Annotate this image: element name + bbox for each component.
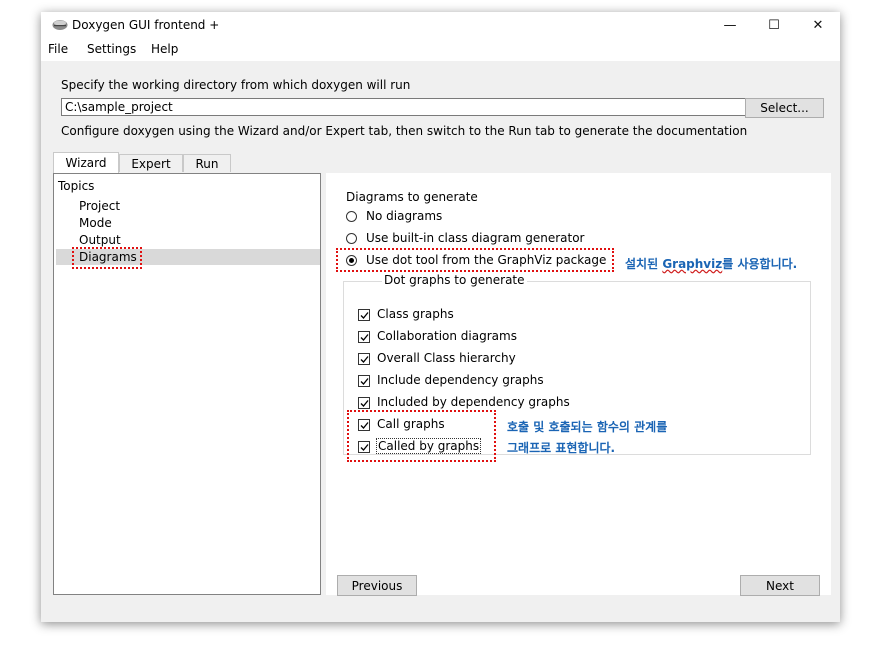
title-bar: Doxygen GUI frontend + — ☐ ✕ xyxy=(41,12,840,39)
graphviz-annotation-prefix: 설치된 xyxy=(625,257,663,271)
checkmark-icon xyxy=(360,356,369,363)
maximize-button[interactable]: ☐ xyxy=(752,12,796,39)
topic-mode[interactable]: Mode xyxy=(79,216,112,230)
minimize-icon: — xyxy=(723,18,737,33)
menu-help[interactable]: Help xyxy=(151,42,178,56)
label-include-dependency-graphs[interactable]: Include dependency graphs xyxy=(377,373,544,387)
checkmark-icon xyxy=(360,312,369,319)
maximize-icon: ☐ xyxy=(768,18,780,33)
label-collaboration-diagrams[interactable]: Collaboration diagrams xyxy=(377,329,517,343)
label-included-by-dependency-graphs[interactable]: Included by dependency graphs xyxy=(377,395,570,409)
tab-expert[interactable]: Expert xyxy=(119,154,183,172)
checkmark-icon xyxy=(360,400,369,407)
menu-settings[interactable]: Settings xyxy=(87,42,136,56)
doxygen-app-icon xyxy=(52,20,68,30)
call-graph-annotation-line1: 호출 및 호출되는 함수의 관계를 xyxy=(507,420,668,434)
window-title: Doxygen GUI frontend + xyxy=(72,18,220,32)
diagrams-settings-panel: Diagrams to generate No diagrams Use bui… xyxy=(326,173,831,596)
close-button[interactable]: ✕ xyxy=(796,12,840,39)
tab-wizard[interactable]: Wizard xyxy=(53,152,119,173)
previous-button[interactable]: Previous xyxy=(337,575,417,596)
check-overall-class-hierarchy[interactable] xyxy=(358,353,370,365)
label-class-graphs[interactable]: Class graphs xyxy=(377,307,454,321)
diagrams-heading: Diagrams to generate xyxy=(346,190,478,204)
workdir-prompt: Specify the working directory from which… xyxy=(61,78,411,92)
check-include-dependency-graphs[interactable] xyxy=(358,375,370,387)
topic-output[interactable]: Output xyxy=(79,233,121,247)
label-no-diagrams[interactable]: No diagrams xyxy=(366,209,442,223)
check-included-by-dependency-graphs[interactable] xyxy=(358,397,370,409)
checkmark-icon xyxy=(360,334,369,341)
menu-bar: File Settings Help xyxy=(41,39,840,61)
label-overall-class-hierarchy[interactable]: Overall Class hierarchy xyxy=(377,351,516,365)
topics-tree: Topics Project Mode Output Diagrams xyxy=(53,173,321,595)
checkmark-icon xyxy=(360,378,369,385)
graphviz-annotation-word: Graphviz xyxy=(662,257,723,271)
dot-graphs-group-title: Dot graphs to generate xyxy=(382,273,527,287)
check-class-graphs[interactable] xyxy=(358,309,370,321)
radio-builtin-generator[interactable] xyxy=(346,233,357,244)
select-directory-button[interactable]: Select... xyxy=(745,98,824,118)
check-collaboration-diagrams[interactable] xyxy=(358,331,370,343)
configure-hint: Configure doxygen using the Wizard and/o… xyxy=(61,124,748,138)
label-builtin-generator[interactable]: Use built-in class diagram generator xyxy=(366,231,584,245)
graphviz-highlight-box xyxy=(336,248,614,272)
minimize-button[interactable]: — xyxy=(708,12,752,39)
call-graphs-highlight-box xyxy=(347,410,496,462)
doxygen-window: Doxygen GUI frontend + — ☐ ✕ File Settin… xyxy=(41,12,840,622)
radio-no-diagrams[interactable] xyxy=(346,211,357,222)
topics-header: Topics xyxy=(58,179,95,193)
workdir-input[interactable]: C:\sample_project xyxy=(61,98,746,116)
menu-file[interactable]: File xyxy=(48,42,68,56)
next-button[interactable]: Next xyxy=(740,575,820,596)
diagrams-highlight-box xyxy=(72,247,142,269)
graphviz-annotation-suffix: 를 사용합니다. xyxy=(722,257,798,271)
tab-run[interactable]: Run xyxy=(183,154,231,172)
close-icon: ✕ xyxy=(812,18,824,33)
graphviz-annotation: 설치된 Graphviz를 사용합니다. xyxy=(625,255,797,272)
topic-project[interactable]: Project xyxy=(79,199,120,213)
call-graph-annotation-line2: 그래프로 표현합니다. xyxy=(507,441,616,455)
